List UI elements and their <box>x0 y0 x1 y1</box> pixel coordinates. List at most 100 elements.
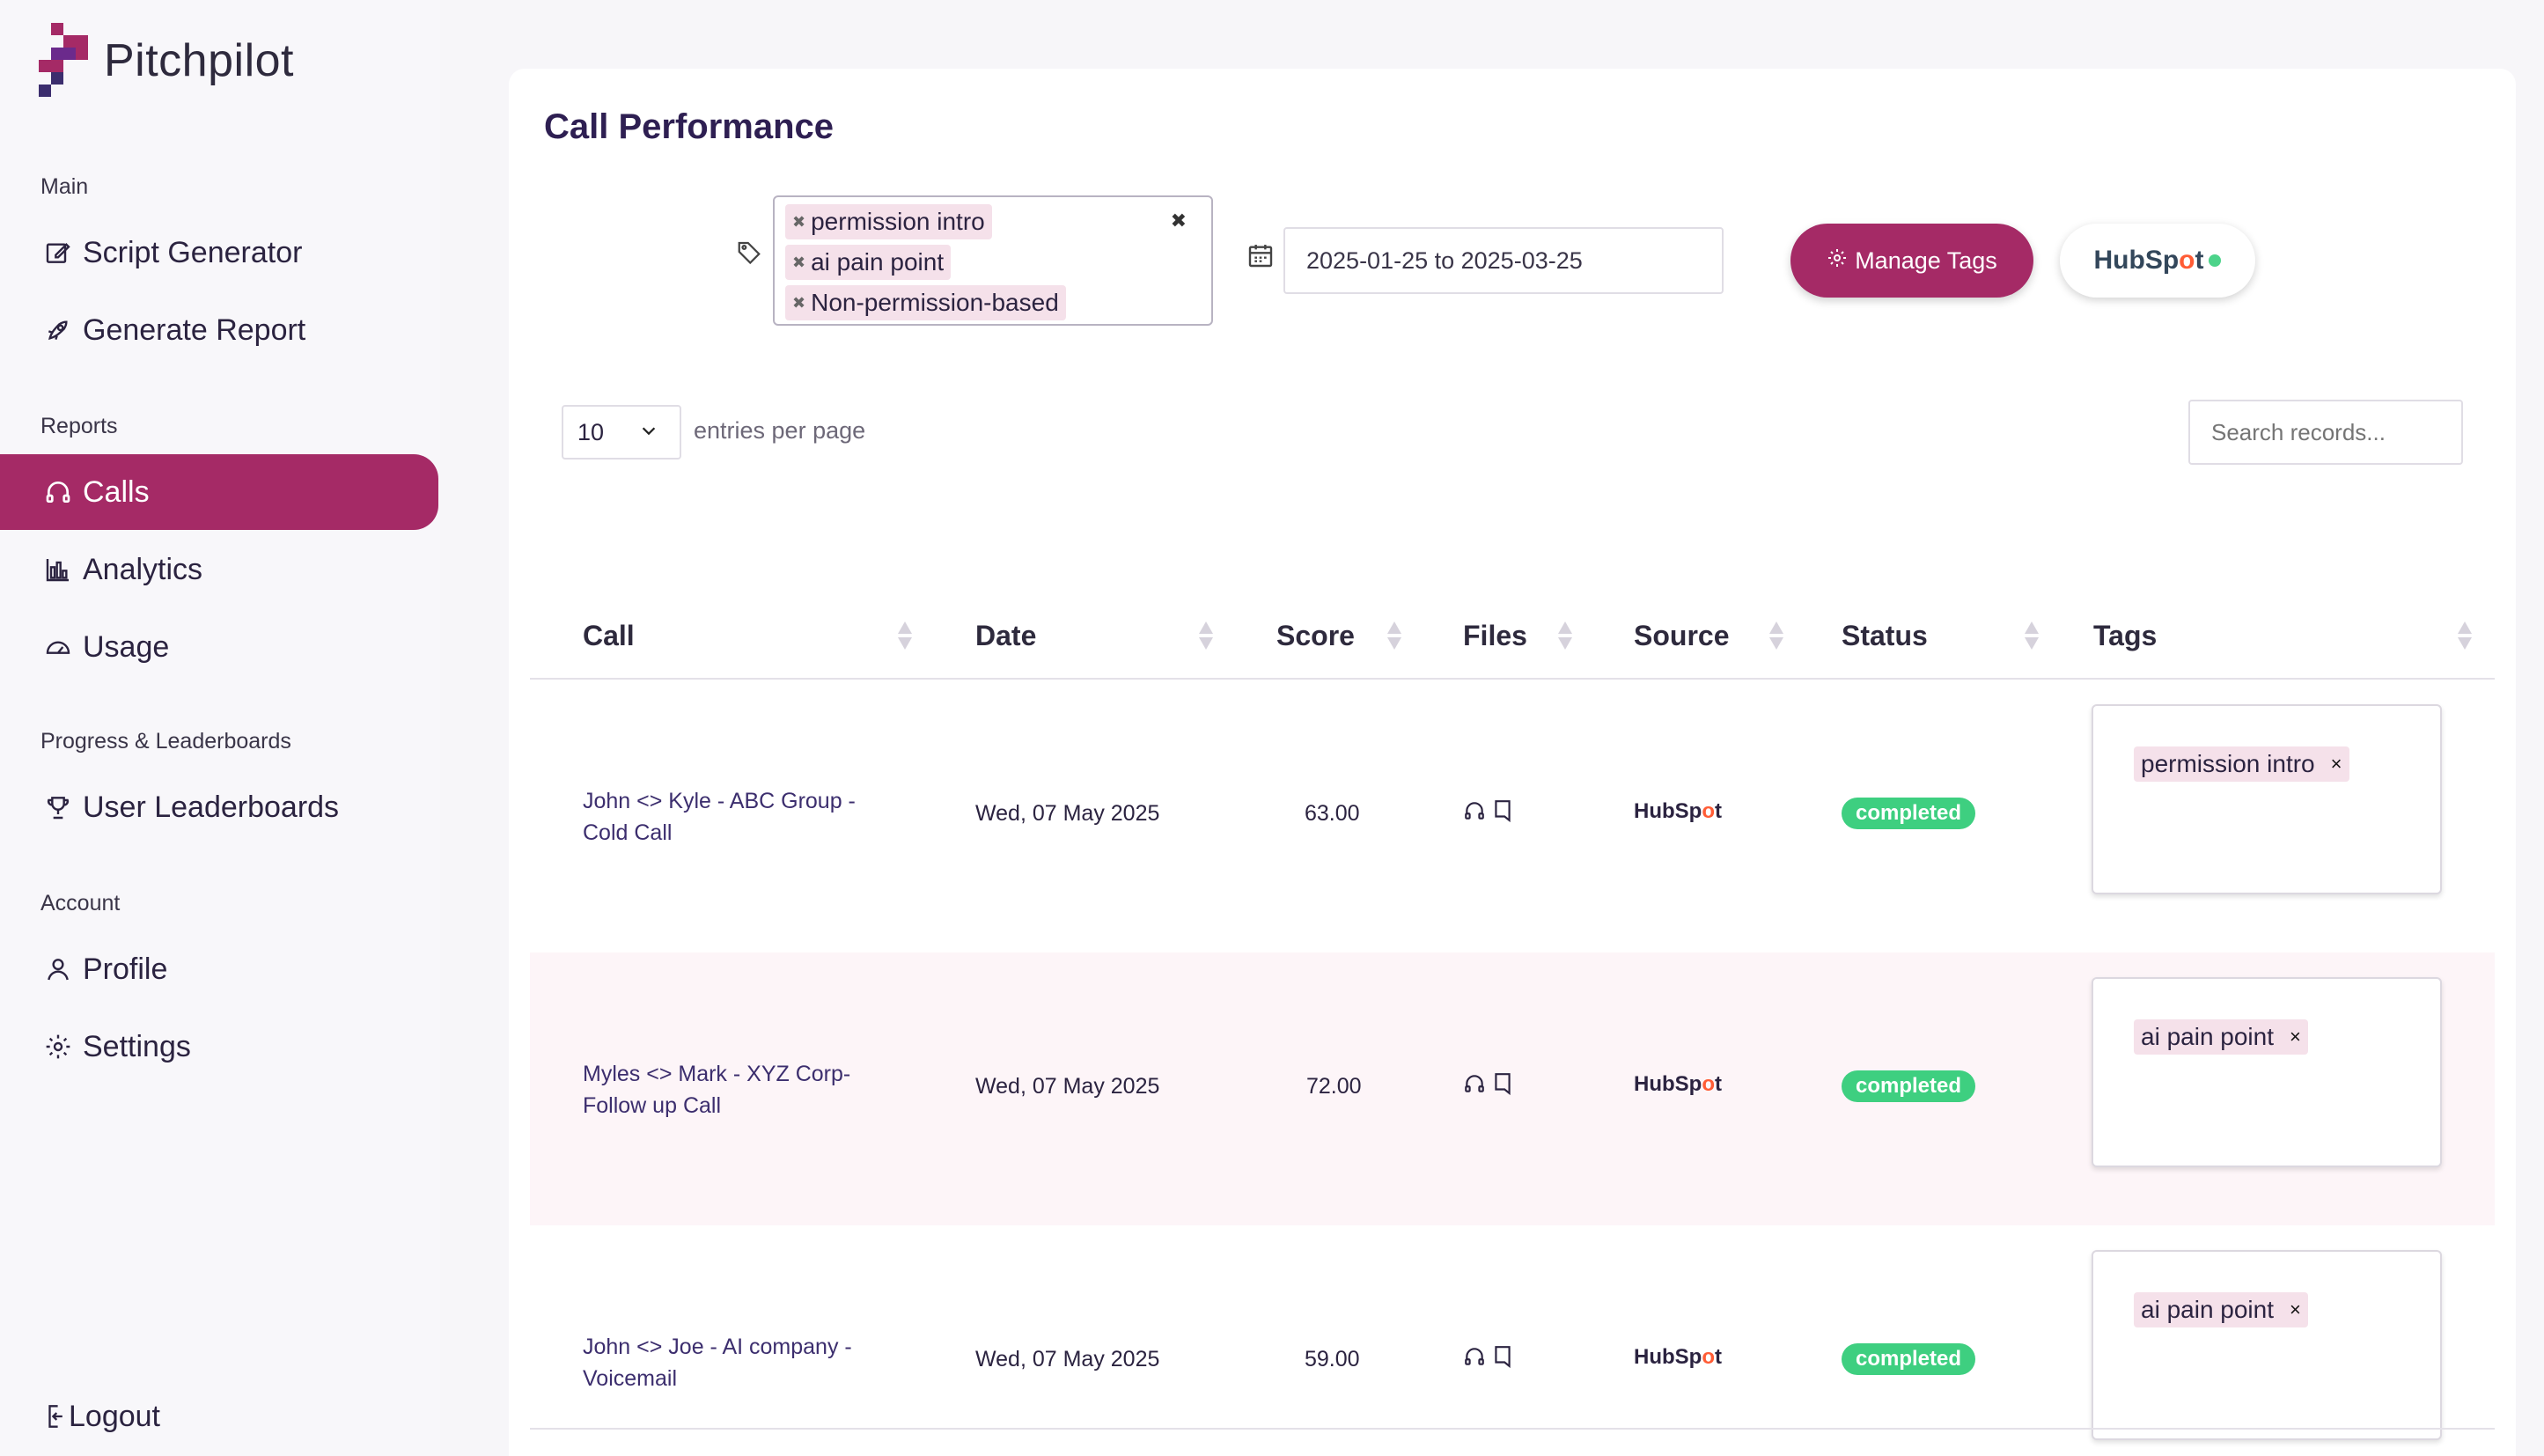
sort-icon[interactable] <box>2023 620 2040 651</box>
call-date: Wed, 07 May 2025 <box>975 1347 1160 1371</box>
user-icon <box>42 953 74 985</box>
status-badge: completed <box>1842 798 1976 829</box>
chip-remove-icon[interactable]: ✖ <box>792 213 805 232</box>
nav-user-leaderboards-label: User Leaderboards <box>83 790 340 824</box>
call-date: Wed, 07 May 2025 <box>975 801 1160 826</box>
entries-per-page-label: entries per page <box>694 417 866 444</box>
audio-file-icon[interactable] <box>1463 1345 1486 1374</box>
transcript-file-icon[interactable] <box>1493 1345 1512 1374</box>
manage-tags-button[interactable]: Manage Tags <box>1790 224 2033 298</box>
tag-chip[interactable]: ai pain point × <box>2134 1019 2308 1055</box>
filter-chip[interactable]: ✖ Non-permission-based <box>785 285 1066 320</box>
nav-settings-label: Settings <box>83 1029 191 1063</box>
audio-file-icon[interactable] <box>1463 1072 1486 1101</box>
gear-icon <box>42 1031 74 1063</box>
sort-icon[interactable] <box>1556 620 1574 651</box>
section-main: Main <box>40 174 89 199</box>
filter-chip[interactable]: ✖ ai pain point <box>785 245 952 280</box>
call-files <box>1463 1072 1512 1101</box>
chevron-down-icon <box>639 419 658 446</box>
header-source[interactable]: Source <box>1634 620 1729 652</box>
table-row[interactable]: John <> Joe - AI company - Voicemail Wed… <box>530 1225 2495 1456</box>
header-call[interactable]: Call <box>583 620 635 652</box>
transcript-file-icon[interactable] <box>1493 1072 1512 1101</box>
call-files <box>1463 799 1512 828</box>
section-reports: Reports <box>40 414 118 438</box>
app-logo[interactable]: Pitchpilot <box>39 23 294 99</box>
chip-remove-icon[interactable]: ✖ <box>792 294 805 313</box>
table-header: Call Date Score Files Source Status Tags <box>530 576 2495 680</box>
header-tags[interactable]: Tags <box>2093 620 2157 652</box>
header-status[interactable]: Status <box>1842 620 1928 652</box>
nav-generate-report-label: Generate Report <box>83 313 306 347</box>
main-card: Call Performance ✖ permission intro ✖ ai p… <box>509 69 2516 1456</box>
clear-tags-icon[interactable]: ✖ <box>1171 210 1187 232</box>
nav-generate-report[interactable]: Generate Report <box>0 292 438 368</box>
bar-chart-icon <box>42 554 74 585</box>
call-score: 59.00 <box>1305 1347 1360 1371</box>
status-badge: completed <box>1842 1343 1976 1375</box>
hubspot-logo: HubSp o t <box>2093 246 2204 275</box>
call-score: 72.00 <box>1306 1074 1362 1099</box>
headphones-icon <box>42 476 74 508</box>
calendar-icon <box>1246 241 1275 274</box>
pitchpilot-logo-icon <box>39 23 88 99</box>
source-hubspot-logo: HubSp o t <box>1634 1345 1722 1369</box>
nav-usage[interactable]: Usage <box>0 609 438 685</box>
hubspot-button[interactable]: HubSp o t <box>2060 224 2255 298</box>
section-progress: Progress & Leaderboards <box>40 729 291 754</box>
row-tags-box[interactable]: permission intro × <box>2092 704 2442 894</box>
header-files[interactable]: Files <box>1463 620 1527 652</box>
row-tags-box[interactable]: ai pain point × <box>2092 977 2442 1167</box>
transcript-file-icon[interactable] <box>1493 799 1512 828</box>
tag-icon <box>736 238 762 270</box>
nav-script-generator-label: Script Generator <box>83 235 303 269</box>
chip-remove-icon[interactable]: ✖ <box>792 254 805 272</box>
edit-icon <box>42 237 74 268</box>
date-range-input[interactable]: 2025-01-25 to 2025-03-25 <box>1283 227 1724 294</box>
audio-file-icon[interactable] <box>1463 799 1486 828</box>
logout-button[interactable]: Logout <box>0 1379 438 1454</box>
table-row[interactable]: John <> Kyle - ABC Group - Cold Call Wed… <box>530 680 2495 952</box>
header-date[interactable]: Date <box>975 620 1036 652</box>
filter-chip[interactable]: ✖ permission intro <box>785 204 992 239</box>
nav-user-leaderboards[interactable]: User Leaderboards <box>0 769 438 845</box>
nav-profile[interactable]: Profile <box>0 931 438 1007</box>
tag-chip[interactable]: ai pain point × <box>2134 1292 2308 1327</box>
sort-icon[interactable] <box>896 620 914 651</box>
logout-icon <box>44 1401 67 1432</box>
status-badge: completed <box>1842 1070 1976 1102</box>
sort-icon[interactable] <box>1197 620 1215 651</box>
nav-analytics[interactable]: Analytics <box>0 532 438 607</box>
table-row[interactable]: Myles <> Mark - XYZ Corp- Follow up Call… <box>530 952 2495 1225</box>
sort-icon[interactable] <box>2456 620 2474 651</box>
trophy-icon <box>42 791 74 823</box>
page-title: Call Performance <box>544 107 835 146</box>
tag-remove-icon[interactable]: × <box>2290 1026 2301 1048</box>
header-score[interactable]: Score <box>1276 620 1355 652</box>
tag-remove-icon[interactable]: × <box>2290 1298 2301 1321</box>
nav-settings[interactable]: Settings <box>0 1009 438 1085</box>
call-files <box>1463 1345 1512 1374</box>
tag-filter-select[interactable]: ✖ permission intro ✖ ai pain point ✖ Non-pe… <box>773 195 1213 326</box>
call-link[interactable]: John <> Kyle - ABC Group - Cold Call <box>583 785 900 849</box>
entries-per-page-select[interactable]: 10 <box>562 405 681 460</box>
nav-usage-label: Usage <box>83 629 170 664</box>
nav-calls[interactable]: Calls <box>0 454 438 530</box>
call-link[interactable]: John <> Joe - AI company - Voicemail <box>583 1331 900 1394</box>
app-name: Pitchpilot <box>104 35 294 86</box>
connected-status-dot <box>2209 254 2222 267</box>
sort-icon[interactable] <box>1386 620 1403 651</box>
sidebar: Pitchpilot Main Script Generator Generat… <box>0 0 440 1456</box>
tag-remove-icon[interactable]: × <box>2331 753 2342 776</box>
nav-calls-label: Calls <box>83 474 150 509</box>
row-tags-box[interactable]: ai pain point × <box>2092 1250 2442 1440</box>
call-link[interactable]: Myles <> Mark - XYZ Corp- Follow up Call <box>583 1058 900 1121</box>
nav-script-generator[interactable]: Script Generator <box>0 215 438 290</box>
tag-chip[interactable]: permission intro × <box>2134 746 2349 782</box>
rocket-icon <box>42 314 74 346</box>
sort-icon[interactable] <box>1768 620 1785 651</box>
nav-profile-label: Profile <box>83 952 168 986</box>
source-hubspot-logo: HubSp o t <box>1634 799 1722 823</box>
search-input[interactable] <box>2188 400 2463 465</box>
